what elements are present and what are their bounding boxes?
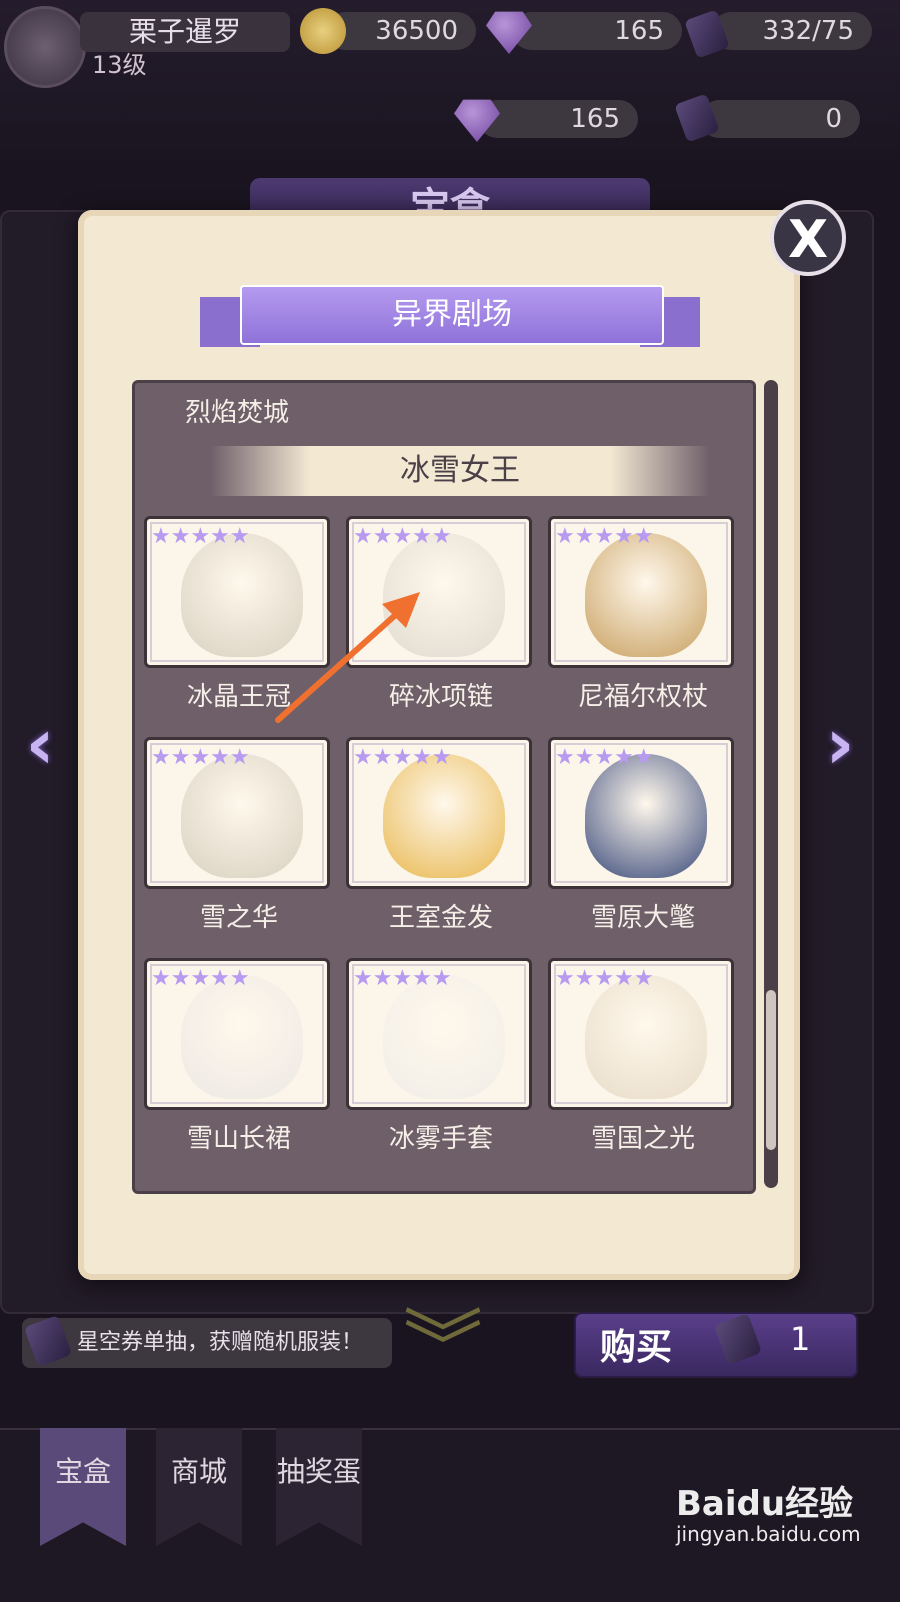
golden-hair-illustration xyxy=(383,754,505,878)
watermark-url: jingyan.baidu.com xyxy=(676,1522,861,1546)
item-thumbnail[interactable]: ★★★★★ xyxy=(144,958,330,1110)
item-label: 王室金发 xyxy=(388,903,493,933)
star-rating: ★★★★★ xyxy=(353,745,452,770)
close-button[interactable]: X xyxy=(770,200,846,276)
star-rating: ★★★★★ xyxy=(555,966,654,991)
item-thumbnail[interactable]: ★★★★★ xyxy=(144,737,330,889)
star-rating: ★★★★★ xyxy=(151,745,250,770)
popup-title-ribbon: 异界剧场 xyxy=(200,285,700,355)
buy-label: 购买 xyxy=(600,1327,673,1368)
item-label: 冰雾手套 xyxy=(388,1124,493,1154)
avatar[interactable] xyxy=(4,6,86,88)
item-label: 雪原大氅 xyxy=(590,903,695,933)
item-thumbnail[interactable]: ★★★★★ xyxy=(548,958,734,1110)
arrow-left-icon[interactable]: ‹ xyxy=(10,704,70,784)
player-name: 栗子暹罗 xyxy=(80,12,290,52)
star-rating: ★★★★★ xyxy=(353,524,452,549)
earring-illustration xyxy=(181,754,303,878)
item-card[interactable]: ★★★★★ 雪国之光 xyxy=(548,958,738,1155)
coin-counter: 36500 xyxy=(326,12,476,50)
item-label: 雪山长裙 xyxy=(186,1124,291,1154)
dress-illustration xyxy=(181,975,303,1099)
watermark-brand: Baidu经验 xyxy=(676,1484,854,1524)
star-rating: ★★★★★ xyxy=(555,745,654,770)
chevron-down-icon[interactable]: ︾ xyxy=(398,1308,488,1388)
buy-quantity: 1 xyxy=(790,1320,811,1358)
item-card[interactable]: ★★★★★ 雪原大氅 xyxy=(548,737,738,934)
shop-ticket-counter: 0 xyxy=(700,100,860,138)
arrow-right-icon[interactable]: › xyxy=(810,704,870,784)
item-card[interactable]: ★★★★★ 尼福尔权杖 xyxy=(548,516,738,713)
stamina-counter: 332/75 xyxy=(712,12,872,50)
popup-title: 异界剧场 xyxy=(240,285,664,345)
draw-hint: 星空券单抽，获赠随机服装！ xyxy=(22,1318,392,1368)
shop-gem-counter: 165 xyxy=(478,100,638,138)
item-label: 雪国之光 xyxy=(590,1124,695,1154)
item-card[interactable]: ★★★★★ 雪山长裙 xyxy=(144,958,334,1155)
makeup-illustration xyxy=(585,975,707,1099)
item-card[interactable]: ★★★★★ 雪之华 xyxy=(144,737,334,934)
item-label: 尼福尔权杖 xyxy=(577,682,708,712)
star-rating: ★★★★★ xyxy=(353,966,452,991)
item-thumbnail[interactable]: ★★★★★ xyxy=(548,516,734,668)
glove-illustration xyxy=(383,975,505,1099)
item-thumbnail[interactable]: ★★★★★ xyxy=(548,737,734,889)
item-card[interactable]: ★★★★★ 冰雾手套 xyxy=(346,958,536,1155)
gem-counter: 165 xyxy=(512,12,682,50)
player-level: 13级 xyxy=(92,51,147,79)
cloak-illustration xyxy=(585,754,707,878)
item-label: 雪之华 xyxy=(199,903,278,933)
item-thumbnail[interactable]: ★★★★★ xyxy=(346,737,532,889)
item-card[interactable]: ★★★★★ 王室金发 xyxy=(346,737,536,934)
star-rating: ★★★★★ xyxy=(555,524,654,549)
star-rating: ★★★★★ xyxy=(151,966,250,991)
previous-category-label: 烈焰焚城 xyxy=(185,398,290,428)
scepter-illustration xyxy=(585,533,707,657)
pointer-arrow-icon xyxy=(275,592,420,723)
coin-icon xyxy=(300,8,346,54)
item-thumbnail[interactable]: ★★★★★ xyxy=(346,958,532,1110)
scroll-thumb[interactable] xyxy=(766,990,776,1150)
section-title: 冰雪女王 xyxy=(210,446,710,496)
star-rating: ★★★★★ xyxy=(151,524,250,549)
